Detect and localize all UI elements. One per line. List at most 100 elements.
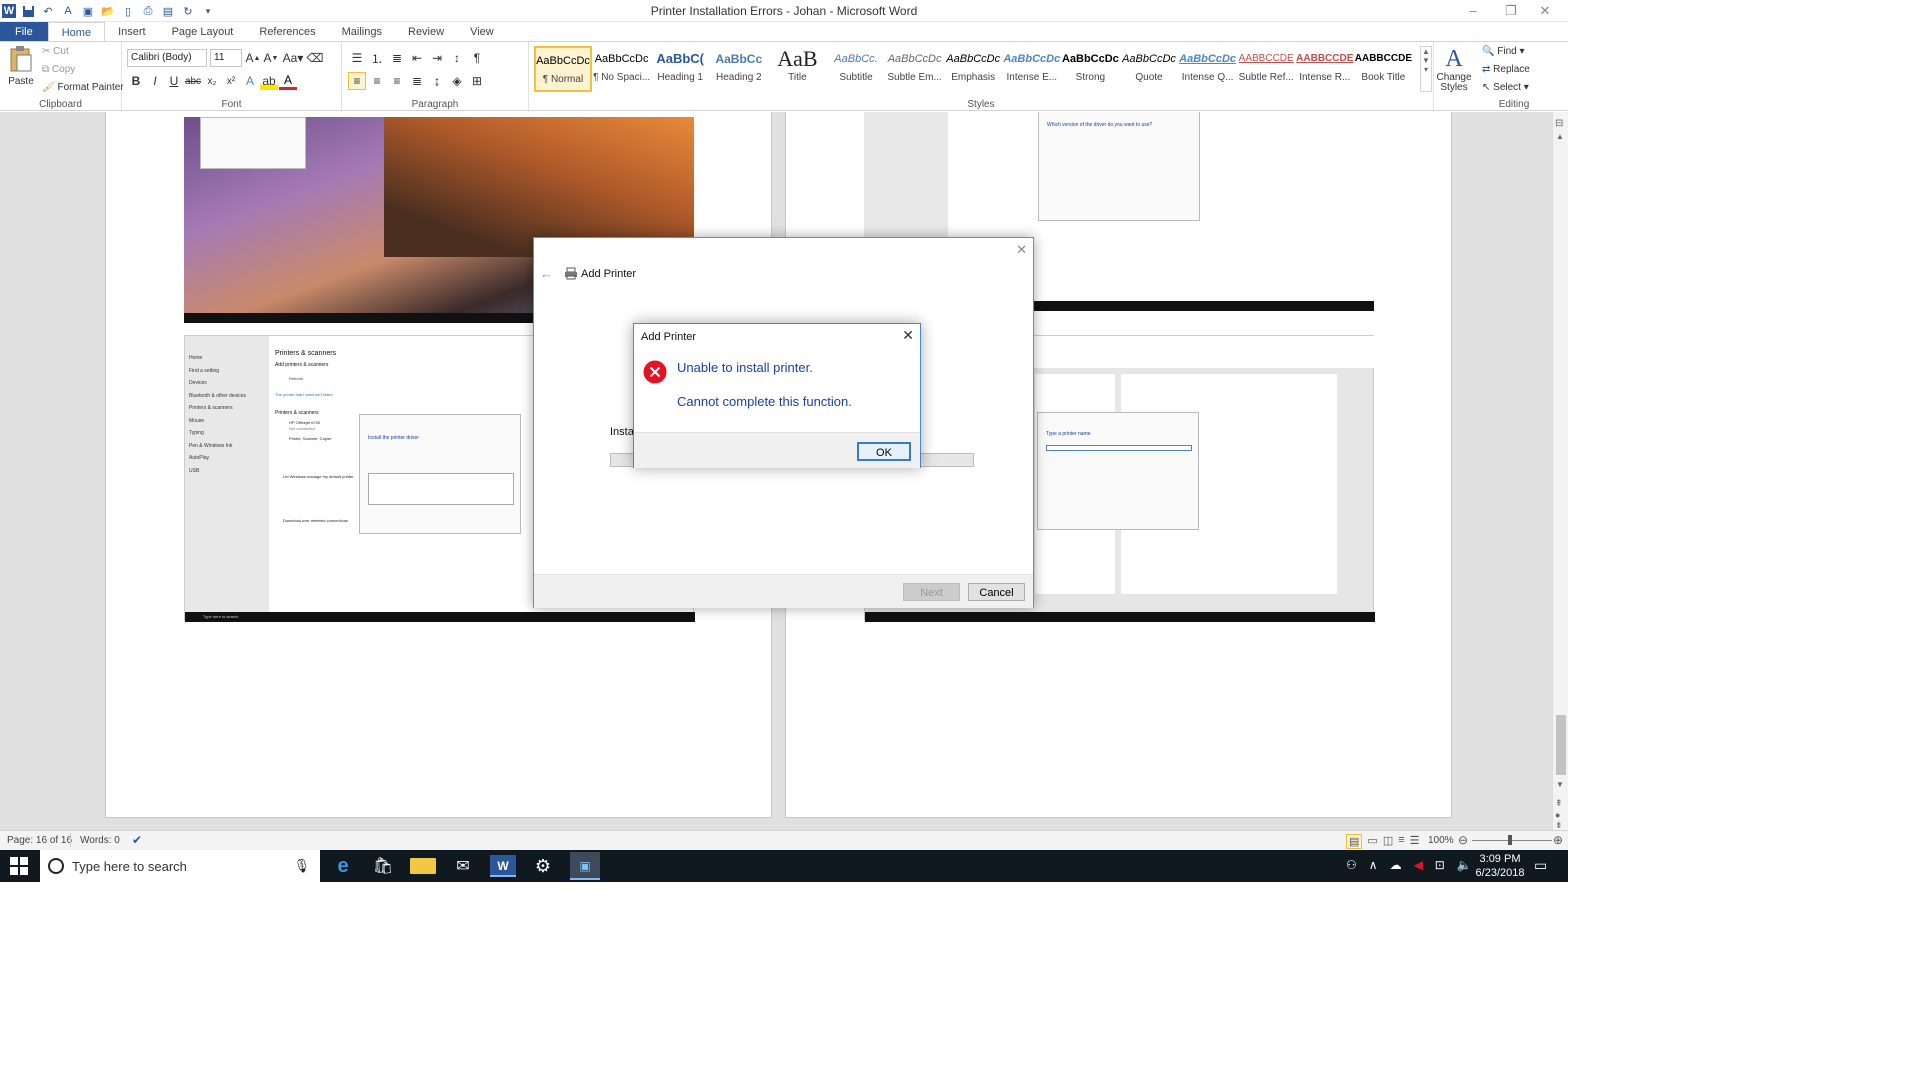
font-family-select[interactable]: Calibri (Body) [127, 49, 207, 67]
show-hidden-icons[interactable]: ∧ [1369, 858, 1378, 872]
close-window-button[interactable]: ✕ [1522, 0, 1568, 22]
zoom-level[interactable]: 100% [1428, 835, 1454, 846]
align-left-icon[interactable]: ≡ [348, 72, 366, 90]
previous-page-icon[interactable]: ⇞ [1555, 798, 1563, 809]
windows-start-icon[interactable] [10, 857, 28, 878]
select-button[interactable]: ↖ Select ▾ [1482, 82, 1529, 93]
change-case-icon[interactable]: Aa▾ [280, 49, 306, 67]
word-taskbar-icon[interactable]: W [490, 855, 516, 877]
format-painter-button[interactable]: 🖌 Format Painter [42, 82, 124, 93]
line-spacing-icon[interactable]: ↨ [428, 72, 446, 90]
underline-icon[interactable]: U [165, 72, 183, 90]
web-layout-icon[interactable]: ◫ [1383, 834, 1393, 849]
grow-font-icon[interactable]: A ▲ [244, 49, 262, 67]
scroll-thumb[interactable] [1556, 715, 1566, 775]
styles-scroll[interactable]: ▲ ▼ ▾ [1420, 46, 1432, 92]
shading-icon[interactable]: ◈ [448, 72, 466, 90]
style-heading-2[interactable]: AaBbCc Heading 2 [710, 46, 768, 92]
numbering-icon[interactable]: ⒈ [368, 49, 386, 67]
style-no-spaci[interactable]: AaBbCcDc ¶ No Spaci... [593, 46, 651, 92]
superscript-icon[interactable]: x² [222, 72, 240, 90]
shrink-font-icon[interactable]: A ▼ [262, 49, 280, 67]
paste-button[interactable]: Paste [6, 45, 36, 87]
full-screen-icon[interactable]: ▭ [1367, 834, 1377, 849]
highlight-icon[interactable]: ab [260, 72, 278, 90]
store-icon[interactable]: 🛍 [370, 856, 396, 876]
tab-review[interactable]: Review [395, 22, 457, 42]
tab-file[interactable]: File [0, 22, 48, 42]
people-icon[interactable]: ⚇ [1346, 858, 1357, 872]
tab-insert[interactable]: Insert [105, 22, 159, 42]
mail-icon[interactable]: ✉ [450, 856, 476, 876]
scroll-up-icon[interactable]: ▲ [1556, 132, 1564, 141]
style-emphasis[interactable]: AaBbCcDc Emphasis [944, 46, 1002, 92]
cancel-button[interactable]: Cancel [968, 583, 1025, 601]
style-normal[interactable]: AaBbCcDc ¶ Normal [534, 46, 592, 92]
tab-references[interactable]: References [246, 22, 328, 42]
style-book-title[interactable]: AABBCCDE Book Title [1354, 46, 1412, 92]
zoom-in-icon[interactable]: ⊕ [1553, 833, 1563, 847]
zoom-slider-thumb[interactable] [1508, 835, 1512, 845]
style-intense-e[interactable]: AaBbCcDc Intense E... [1003, 46, 1061, 92]
proofing-icon[interactable]: ✔ [132, 833, 142, 847]
font-color-icon[interactable]: A [279, 72, 297, 90]
settings-gear-icon[interactable]: ⚙ [530, 856, 556, 877]
defender-icon[interactable]: ◀ [1414, 858, 1423, 872]
taskbar-search-box[interactable]: Type here to search 🎙 [40, 850, 320, 882]
style-title[interactable]: AaB Title [768, 46, 826, 92]
action-center-icon[interactable]: ▭ [1534, 857, 1547, 874]
browse-object-icon[interactable]: ● [1555, 810, 1560, 820]
microphone-icon[interactable]: 🎙 [293, 858, 310, 874]
print-layout-icon[interactable]: ▤ [1346, 834, 1363, 849]
style-subtle-ref[interactable]: AABBCCDE Subtle Ref... [1237, 46, 1295, 92]
find-button[interactable]: 🔍 Find ▾ [1482, 46, 1525, 57]
style-intense-r[interactable]: AABBCCDE Intense R... [1296, 46, 1354, 92]
style-intense-q[interactable]: AaBbCcDc Intense Q... [1179, 46, 1237, 92]
copy-button[interactable]: ⧉ Copy [42, 64, 75, 75]
zoom-slider[interactable] [1472, 840, 1552, 841]
scroll-down-icon[interactable]: ▼ [1556, 780, 1564, 789]
sort-icon[interactable]: ↕ [448, 49, 466, 67]
word-count[interactable]: Words: 0 [80, 835, 120, 846]
tab-view[interactable]: View [457, 22, 507, 42]
tab-mailings[interactable]: Mailings [329, 22, 395, 42]
align-right-icon[interactable]: ≡ [388, 72, 406, 90]
style-strong[interactable]: AaBbCcDc Strong [1061, 46, 1119, 92]
subscript-icon[interactable]: x₂ [203, 72, 221, 90]
justify-icon[interactable]: ≣ [408, 72, 426, 90]
text-effects-icon[interactable]: A [241, 72, 259, 90]
ok-button[interactable]: OK [857, 442, 911, 461]
italic-icon[interactable]: I [146, 72, 164, 90]
back-arrow-icon[interactable]: ← [540, 266, 553, 281]
zoom-out-icon[interactable]: ⊖ [1458, 833, 1468, 847]
clock[interactable]: 3:09 PM 6/23/2018 [1470, 852, 1530, 880]
style-heading-1[interactable]: AaBbC(Heading 1 [651, 46, 709, 92]
ruler-toggle-icon[interactable]: ⊟ [1555, 118, 1563, 129]
next-button[interactable]: Next [903, 583, 960, 601]
wizard-close-icon[interactable]: ✕ [1016, 242, 1027, 258]
align-center-icon[interactable]: ≡ [368, 72, 386, 90]
change-styles-button[interactable]: A Change Styles [1434, 46, 1474, 93]
control-panel-icon[interactable]: ▣ [570, 852, 600, 880]
outline-icon[interactable]: ≡ [1398, 834, 1404, 849]
page-count[interactable]: Page: 16 of 16 [7, 835, 72, 846]
vertical-scrollbar[interactable]: ⊟ ▲ ▼ ⇞ ● ⇟ [1552, 112, 1568, 830]
increase-indent-icon[interactable]: ⇥ [428, 49, 446, 67]
draft-icon[interactable]: ☰ [1410, 834, 1420, 849]
borders-icon[interactable]: ⊞ [468, 72, 486, 90]
network-icon[interactable]: ⊡ [1435, 858, 1445, 872]
font-size-select[interactable]: 11 [210, 49, 242, 67]
strikethrough-icon[interactable]: abc [184, 72, 202, 90]
style-subtitle[interactable]: AaBbCc. Subtitle [827, 46, 885, 92]
decrease-indent-icon[interactable]: ⇤ [408, 49, 426, 67]
file-explorer-icon[interactable] [410, 858, 436, 874]
show-hide-icon[interactable]: ¶ [468, 49, 486, 67]
tab-home[interactable]: Home [47, 22, 106, 42]
error-close-icon[interactable]: ✕ [902, 327, 914, 344]
multilevel-list-icon[interactable]: ≣ [388, 49, 406, 67]
cloud-icon[interactable]: ☁ [1390, 858, 1402, 872]
tab-page-layout[interactable]: Page Layout [159, 22, 247, 42]
style-quote[interactable]: AaBbCcDc Quote [1120, 46, 1178, 92]
edge-icon[interactable]: e [330, 855, 356, 878]
bullets-icon[interactable]: ☰ [348, 49, 366, 67]
